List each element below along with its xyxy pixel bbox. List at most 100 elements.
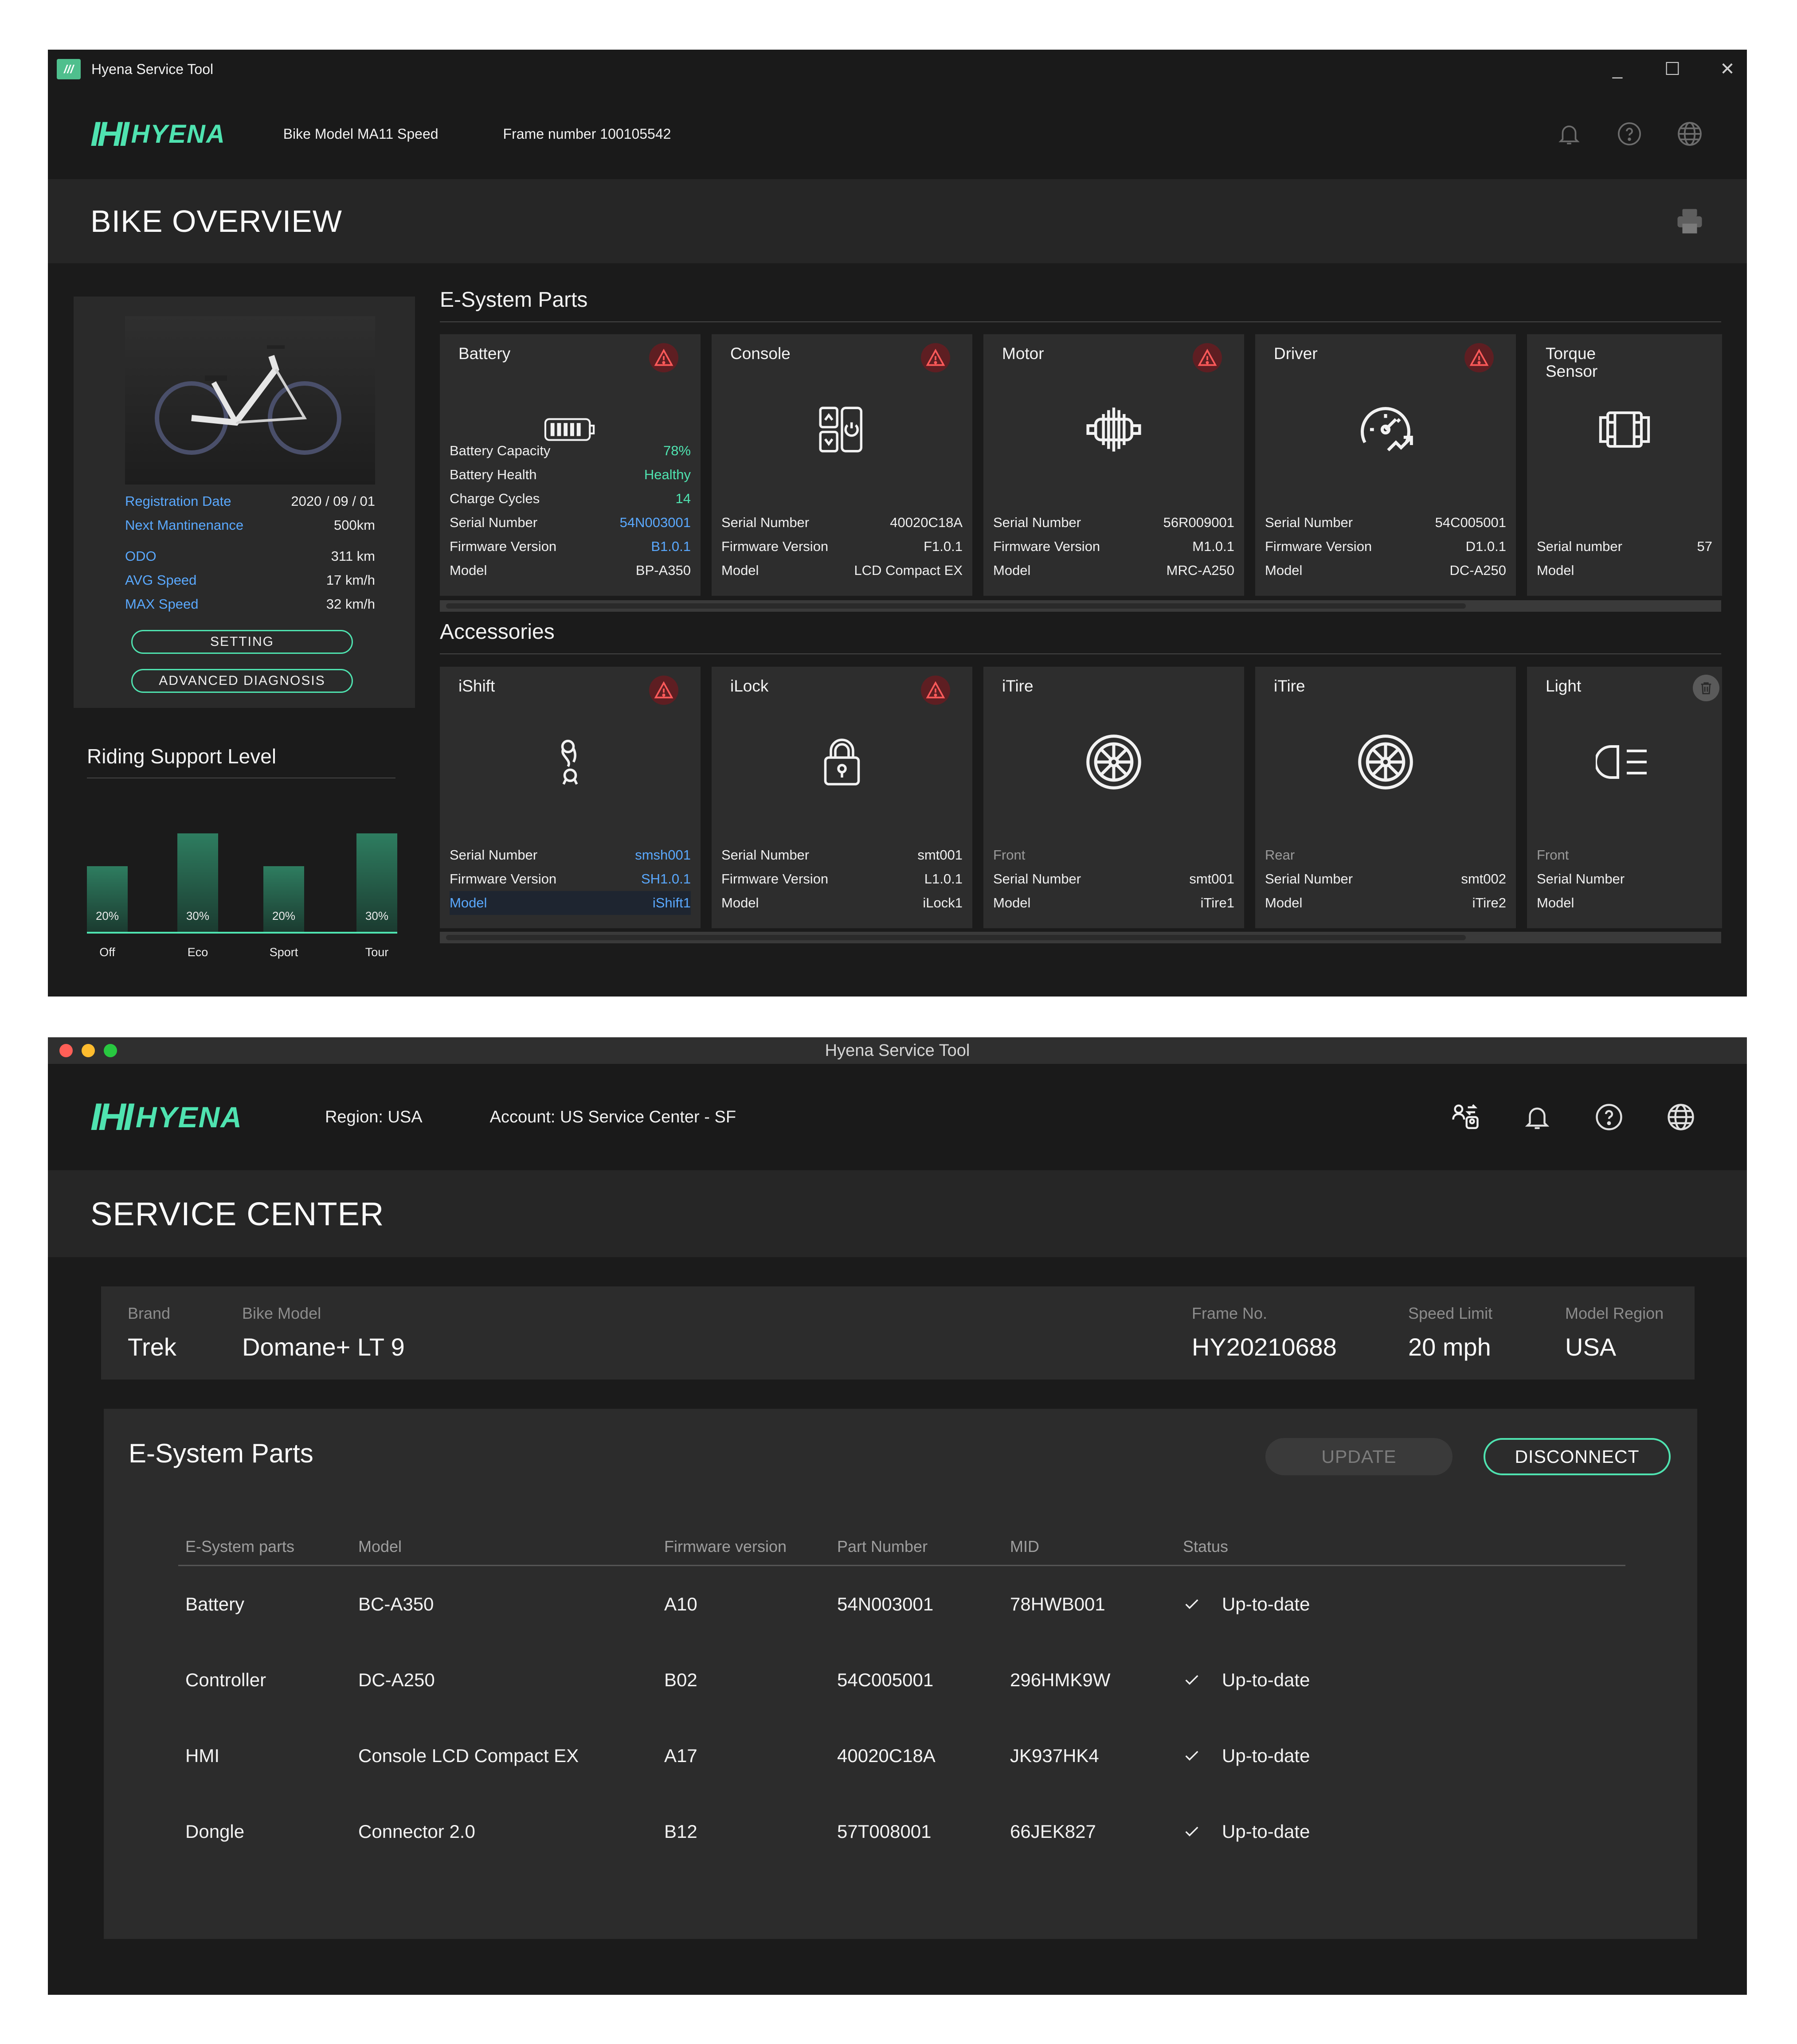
detail-row: Charge Cycles 14 <box>450 487 691 511</box>
panel-title: E-System Parts <box>129 1438 313 1468</box>
warning-icon[interactable] <box>649 343 678 372</box>
status-cell: Up-to-date <box>1183 1669 1625 1691</box>
position-label: Front <box>993 847 1026 863</box>
check-icon <box>1183 1823 1205 1841</box>
detail-label: Serial Number <box>1537 871 1625 887</box>
column-header[interactable]: E-System parts <box>178 1537 358 1556</box>
part-card-itire[interactable]: iTire Rear Serial Number smt002 Model iTire2 <box>1255 667 1516 928</box>
odo-label: ODO <box>125 548 157 564</box>
app-logo-icon: /// <box>57 59 81 79</box>
detail-value: SH1.0.1 <box>641 871 691 887</box>
detail-label: Charge Cycles <box>450 491 540 506</box>
brand-value: Trek <box>128 1333 176 1361</box>
console-icon <box>712 396 972 463</box>
detail-row: Serial Number 56R009001 <box>993 511 1234 535</box>
part-name: Battery <box>458 344 511 363</box>
delete-icon[interactable] <box>1693 675 1719 701</box>
globe-icon[interactable] <box>1675 119 1704 149</box>
table-cell: 54C005001 <box>837 1669 934 1690</box>
detail-label: Firmware Version <box>993 539 1100 554</box>
detail-value: Healthy <box>644 467 691 482</box>
table-cell: Battery <box>185 1593 245 1614</box>
switch-account-icon[interactable] <box>1451 1102 1480 1132</box>
detail-value: BP-A350 <box>635 563 691 578</box>
table-cell: JK937HK4 <box>1010 1745 1099 1766</box>
detail-label: Model <box>1265 563 1303 578</box>
disconnect-button[interactable]: DISCONNECT <box>1484 1438 1671 1475</box>
bell-icon[interactable] <box>1523 1102 1552 1132</box>
detail-label: Firmware Version <box>1265 539 1372 554</box>
advanced-diagnosis-button[interactable]: ADVANCED DIAGNOSIS <box>131 669 353 693</box>
speed-limit-field: Speed Limit 20 mph <box>1408 1304 1492 1361</box>
part-card-itire[interactable]: iTire Front Serial Number smt001 Model iTire1 <box>983 667 1244 928</box>
window-title: Hyena Service Tool <box>825 1041 970 1060</box>
bell-icon[interactable] <box>1554 119 1584 149</box>
avg-speed-value: 17 km/h <box>326 572 375 588</box>
part-card-ishift[interactable]: iShift Serial Number smsh001 Firmware Versi… <box>440 667 701 928</box>
table-cell: Connector 2.0 <box>358 1821 475 1842</box>
part-details: Serial Number smsh001 Firmware Version SH1.… <box>450 843 691 915</box>
speed-limit-label: Speed Limit <box>1408 1304 1493 1322</box>
max-speed-value: 32 km/h <box>326 596 375 612</box>
part-card-driver[interactable]: Driver Serial Number 54C005001 Firmware Ver… <box>1255 334 1516 596</box>
help-icon[interactable] <box>1615 119 1644 149</box>
frame-number-value: HY20210688 <box>1192 1333 1337 1361</box>
frame-number-label: Frame number 100105542 <box>503 125 671 142</box>
detail-row: Battery Health Healthy <box>450 463 691 487</box>
minimize-button[interactable]: _ <box>1607 59 1628 79</box>
table-row[interactable]: Controller DC-A250 B02 54C005001 296HMK9W Up-… <box>178 1642 1625 1718</box>
table-cell: 57T008001 <box>837 1821 932 1842</box>
warning-icon[interactable] <box>921 676 950 705</box>
column-header[interactable]: Status <box>1183 1537 1625 1556</box>
part-name: Driver <box>1274 344 1318 363</box>
part-name: Torque Sensor <box>1546 344 1598 380</box>
detail-label: Firmware Version <box>721 871 829 887</box>
accessories-title: Accessories <box>440 620 555 644</box>
part-card-motor[interactable]: Motor Serial Number 56R009001 Firmware Vers… <box>983 334 1244 596</box>
close-button[interactable]: ✕ <box>1717 59 1738 79</box>
part-card-console[interactable]: Console Serial Number 40020C18A Firmware Ve… <box>712 334 972 596</box>
maximize-button[interactable]: ☐ <box>1662 59 1683 79</box>
registration-label: Registration Date <box>125 493 231 509</box>
print-icon[interactable] <box>1675 207 1704 236</box>
column-header[interactable]: Firmware version <box>664 1537 837 1556</box>
setting-button[interactable]: SETTING <box>131 630 353 654</box>
detail-row: Serial Number 54C005001 <box>1265 511 1506 535</box>
detail-value: iTire2 <box>1472 895 1506 911</box>
horizontal-scrollbar[interactable] <box>440 600 1721 612</box>
horizontal-scrollbar[interactable] <box>440 932 1721 943</box>
warning-icon[interactable] <box>921 343 950 372</box>
table-row[interactable]: HMI Console LCD Compact EX A17 40020C18A JK9… <box>178 1718 1625 1794</box>
registration-row: Registration Date 2020 / 09 / 01 <box>125 493 375 509</box>
detail-row: Firmware Version SH1.0.1 <box>450 867 691 891</box>
part-card-battery[interactable]: Battery Battery Capacity 78% Battery Health… <box>440 334 701 596</box>
warning-icon[interactable] <box>1464 343 1494 372</box>
detail-row: Serial Number <box>1537 867 1712 891</box>
table-cell: Controller <box>185 1669 266 1690</box>
headlight-icon <box>1527 729 1722 795</box>
column-header[interactable]: Part Number <box>837 1537 1010 1556</box>
detail-row: Serial Number smt001 <box>721 843 963 867</box>
part-card-light[interactable]: Light Front Serial Number Model <box>1527 667 1722 928</box>
warning-icon[interactable] <box>1193 343 1222 372</box>
status-text: Up-to-date <box>1222 1745 1310 1766</box>
table-cell: 296HMK9W <box>1010 1669 1111 1690</box>
warning-icon[interactable] <box>649 676 678 705</box>
lock-icon <box>712 729 972 795</box>
detail-row: Model BP-A350 <box>450 559 691 582</box>
update-button[interactable]: UPDATE <box>1265 1438 1452 1475</box>
part-card-torque-sensor[interactable]: Torque Sensor Serial number 57 Model <box>1527 334 1722 596</box>
detail-label: Model <box>721 563 759 578</box>
bar-value-label: 20% <box>95 909 119 922</box>
bike-info-card: Registration Date 2020 / 09 / 01 Next Ma… <box>74 297 415 708</box>
detail-label: Serial Number <box>721 847 810 863</box>
table-row[interactable]: Dongle Connector 2.0 B12 57T008001 66JEK827 U… <box>178 1794 1625 1869</box>
column-header[interactable]: Model <box>358 1537 664 1556</box>
avg-speed-label: AVG Speed <box>125 572 197 588</box>
part-card-ilock[interactable]: iLock Serial Number smt001 Firmware Version… <box>712 667 972 928</box>
table-row[interactable]: Battery BC-A350 A10 54N003001 78HWB001 Up-to-… <box>178 1566 1625 1642</box>
column-header[interactable]: MID <box>1010 1537 1183 1556</box>
detail-value: iShift1 <box>652 895 691 911</box>
help-icon[interactable] <box>1594 1102 1624 1132</box>
globe-icon[interactable] <box>1666 1102 1695 1132</box>
